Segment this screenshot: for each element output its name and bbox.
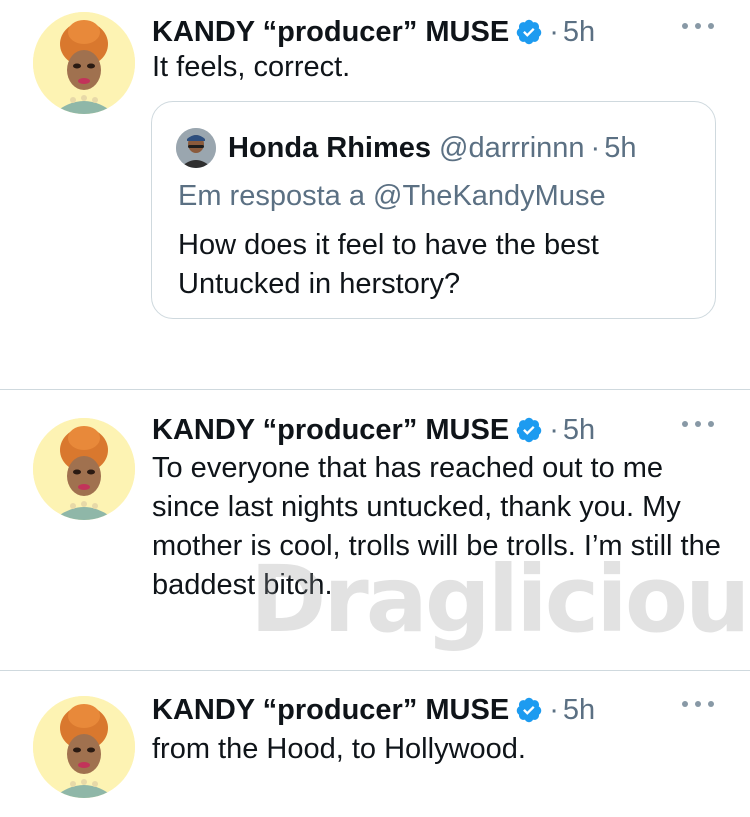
divider — [0, 389, 750, 390]
author-name[interactable]: KANDY “producer” MUSE — [152, 690, 509, 730]
avatar-image — [33, 696, 135, 798]
quoted-handle[interactable]: @darrrinnn — [439, 132, 585, 164]
tweet-header: KANDY “producer” MUSE · 5h — [152, 690, 595, 730]
author-name[interactable]: KANDY “producer” MUSE — [152, 12, 509, 52]
avatar-image — [33, 12, 135, 114]
separator: · — [590, 132, 601, 164]
verified-badge-icon — [515, 18, 543, 46]
tweet[interactable]: KANDY “producer” MUSE · 5h It feels, cor… — [0, 12, 750, 388]
avatar[interactable] — [33, 696, 135, 798]
quoted-tweet[interactable]: Honda Rhimes @darrrinnn · 5h Em resposta a … — [151, 101, 716, 319]
quoted-header: Honda Rhimes @darrrinnn · 5h — [228, 128, 636, 168]
divider — [0, 670, 750, 671]
separator: · — [549, 694, 559, 726]
author-name[interactable]: KANDY “producer” MUSE — [152, 410, 509, 450]
avatar[interactable] — [33, 12, 135, 114]
quoted-avatar-image — [176, 128, 216, 168]
quoted-timestamp: 5h — [604, 132, 637, 164]
tweet[interactable]: KANDY “producer” MUSE · 5h To everyone t… — [0, 410, 750, 670]
separator: · — [549, 414, 559, 446]
tweet-feed: KANDY “producer” MUSE · 5h It feels, cor… — [0, 0, 750, 817]
reply-context: Em resposta a @TheKandyMuse — [178, 180, 606, 212]
quoted-author-name[interactable]: Honda Rhimes — [228, 132, 431, 164]
tweet-text: It feels, correct. — [152, 51, 351, 83]
more-options-icon[interactable] — [682, 16, 714, 36]
timestamp[interactable]: 5h — [563, 690, 595, 730]
quoted-text: How does it feel to have the best Untuck… — [178, 229, 599, 300]
tweet-header: KANDY “producer” MUSE · 5h — [152, 410, 595, 450]
timestamp[interactable]: 5h — [563, 410, 595, 450]
more-options-icon[interactable] — [682, 694, 714, 714]
more-options-icon[interactable] — [682, 414, 714, 434]
verified-badge-icon — [515, 416, 543, 444]
quoted-avatar[interactable] — [176, 128, 216, 168]
tweet-text: from the Hood, to Hollywood. — [152, 733, 526, 765]
tweet-text: To everyone that has reached out to me s… — [152, 452, 721, 601]
tweet[interactable]: KANDY “producer” MUSE · 5h from the Hood… — [0, 690, 750, 817]
timestamp[interactable]: 5h — [563, 12, 595, 52]
verified-badge-icon — [515, 696, 543, 724]
tweet-header: KANDY “producer” MUSE · 5h — [152, 12, 595, 52]
avatar[interactable] — [33, 418, 135, 520]
avatar-image — [33, 418, 135, 520]
separator: · — [549, 16, 559, 48]
